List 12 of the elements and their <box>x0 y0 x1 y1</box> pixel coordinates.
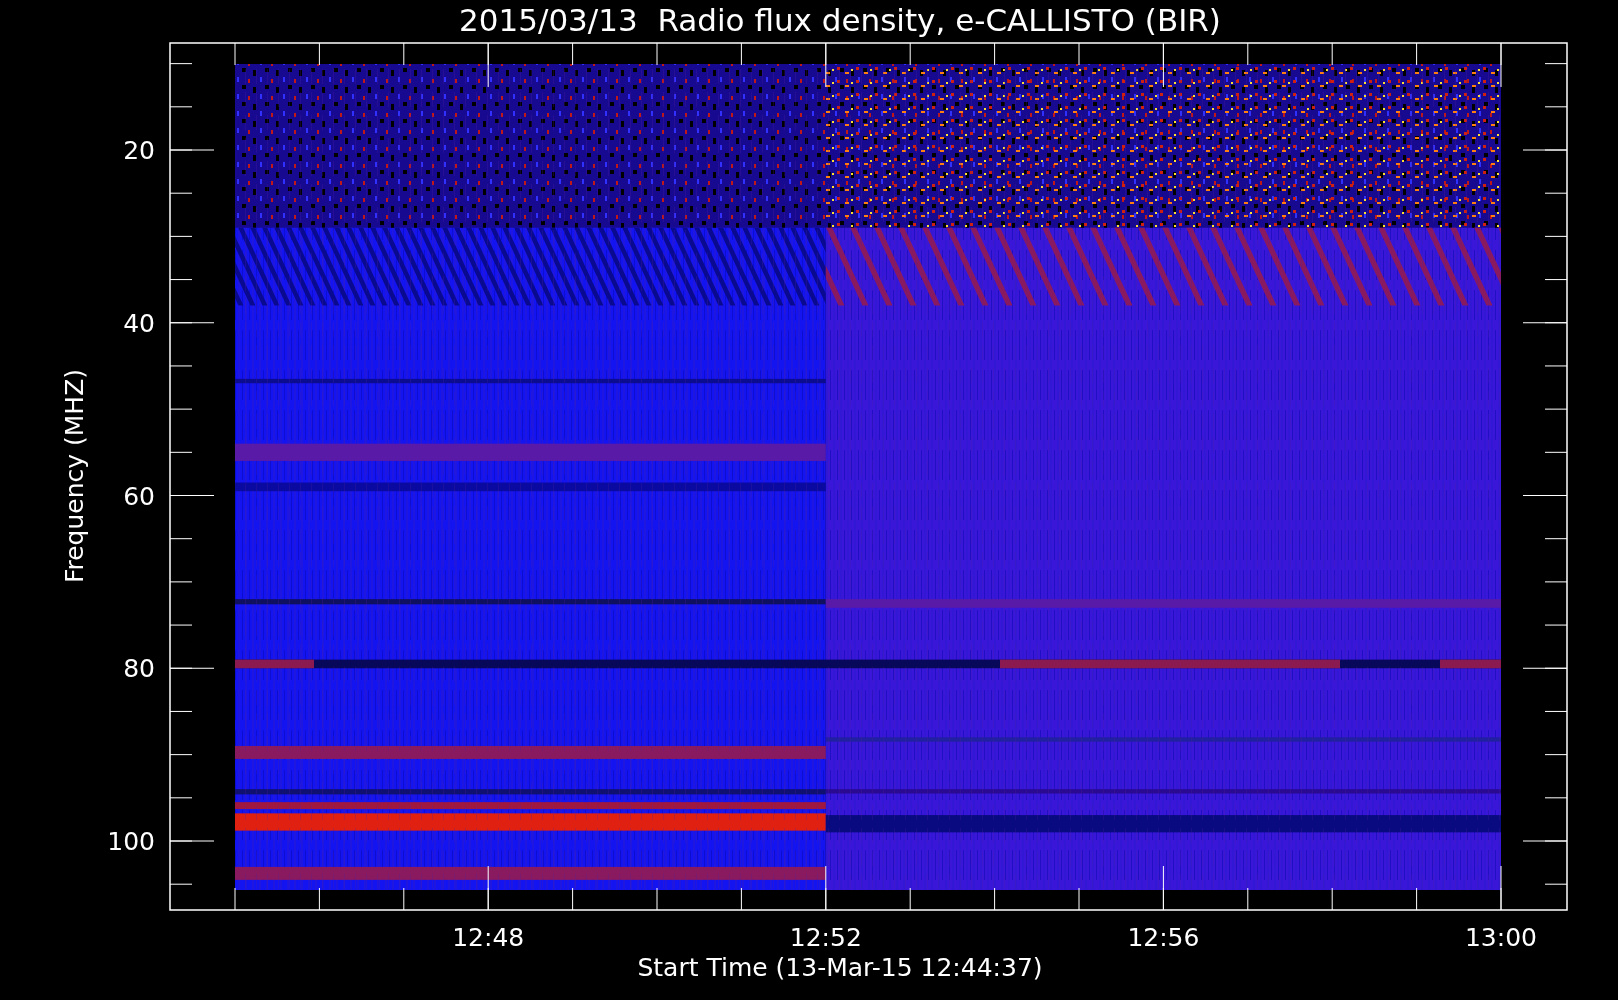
tick-label: 13:00 <box>1465 923 1537 952</box>
axis-label: Frequency (MHZ) <box>60 368 89 584</box>
tick-label: 60 <box>123 481 155 511</box>
tick-label: 80 <box>123 654 155 684</box>
tick-label: 20 <box>123 136 155 165</box>
tick-label: 12:52 <box>789 923 862 952</box>
tick-label: 12:48 <box>452 923 525 952</box>
tick-label: 40 <box>123 308 155 338</box>
tick-label: 100 <box>107 827 155 856</box>
tick-label: 12:56 <box>1127 923 1200 952</box>
chart-title: 2015/03/13 Radio flux density, e-CALLISTO (BIR) <box>459 2 1221 38</box>
axis-label: Start Time (13-Mar-15 12:44:37) <box>637 953 1043 982</box>
